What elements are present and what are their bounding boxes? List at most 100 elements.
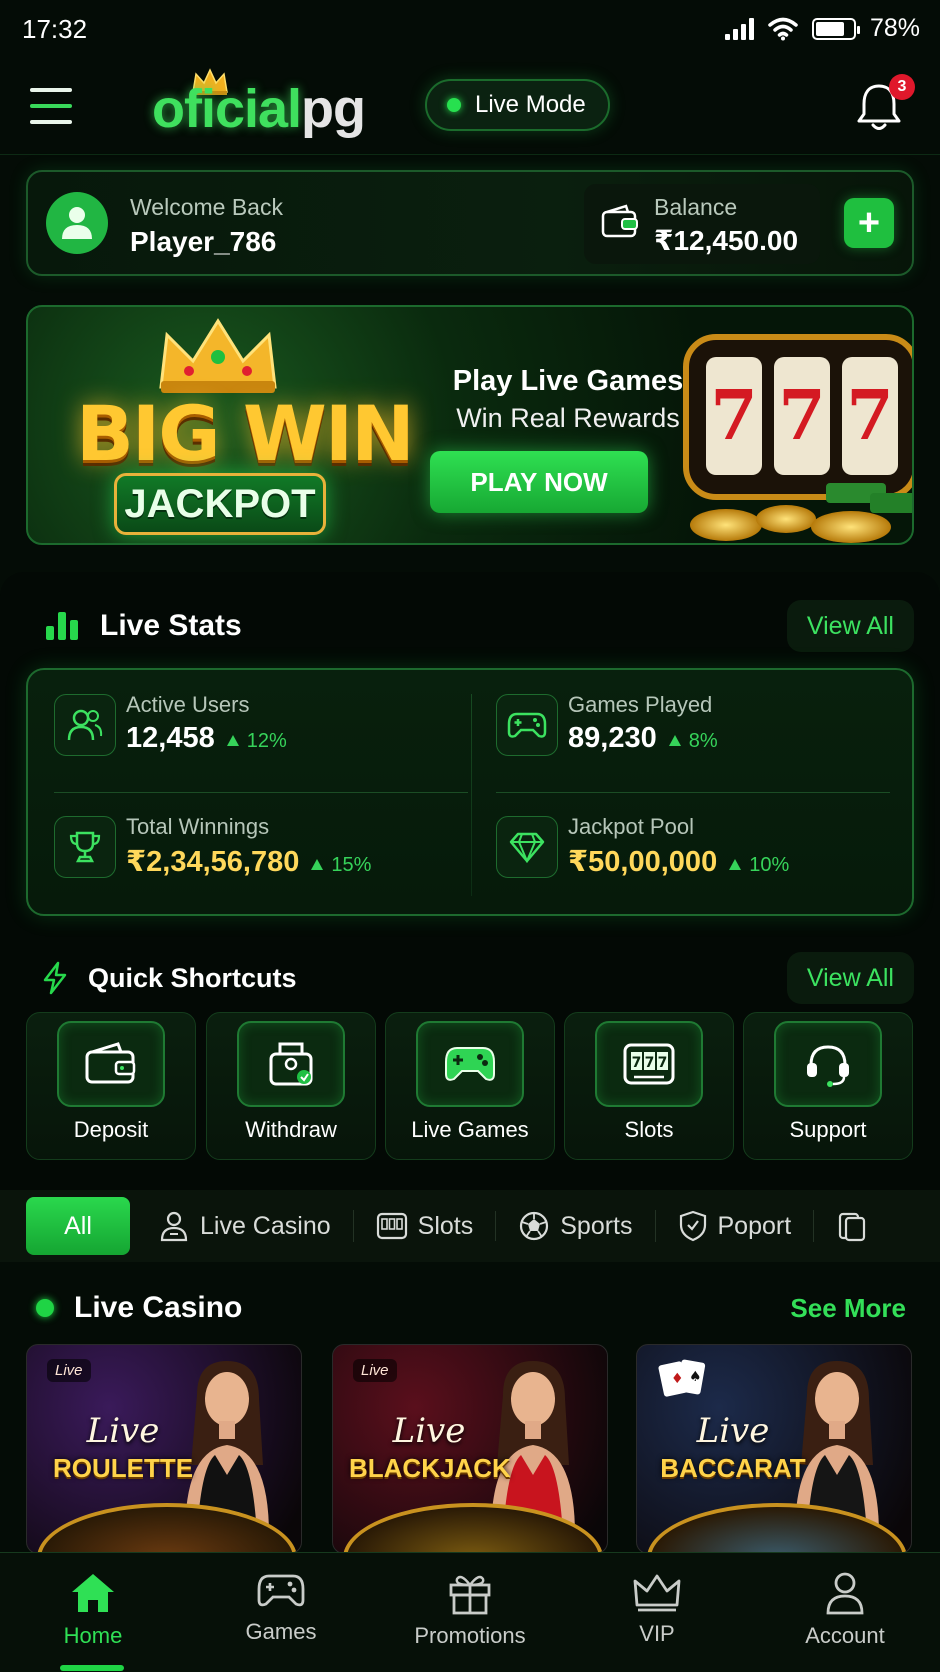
bar-chart-icon [46, 612, 78, 640]
shortcuts-view-all-button[interactable]: View All [786, 952, 914, 1004]
stat-value: 89,230 8% [568, 722, 718, 754]
stat-games-played: Games Played 89,230 8% [496, 670, 896, 770]
wifi-icon [768, 17, 798, 40]
shortcut-label: Withdraw [245, 1117, 337, 1142]
status-icons: 78% [724, 14, 920, 43]
play-now-button[interactable]: PLAY NOW [430, 451, 648, 513]
nav-label: Promotions [414, 1623, 526, 1648]
logo-right-text: pg [301, 79, 366, 139]
stat-change: 10% [729, 854, 789, 876]
nav-vip[interactable]: VIP [582, 1571, 732, 1661]
live-casino-title: Live Casino [74, 1291, 243, 1324]
playing-cards-icon: ♦ ♠ [658, 1359, 706, 1397]
diamond-icon [496, 816, 558, 878]
tab-more[interactable] [836, 1210, 888, 1242]
nav-home[interactable]: Home [18, 1571, 168, 1661]
live-badge: Live [47, 1359, 91, 1382]
status-time: 17:32 [22, 14, 88, 44]
gift-icon [449, 1575, 491, 1615]
balance-value: ₹12,450.00 [654, 225, 799, 256]
notification-badge: 3 [889, 74, 915, 100]
live-indicator-dot [447, 98, 461, 112]
reel-digit-3: 7 [846, 376, 893, 456]
game-card-roulette[interactable]: Live Live ROULETTE [26, 1344, 302, 1554]
users-icon [54, 694, 116, 756]
tab-live-casino[interactable]: Live Casino [158, 1210, 354, 1242]
gamepad-icon [416, 1021, 524, 1107]
game-card-blackjack[interactable]: Live Live BLACKJACK [332, 1344, 608, 1554]
notification-button[interactable]: 3 [855, 74, 915, 134]
shortcut-label: Slots [624, 1117, 674, 1142]
promo-banner[interactable]: BIG WIN JACKPOT Play Live Games Win Real… [26, 305, 914, 545]
menu-icon[interactable] [30, 88, 72, 124]
nav-label: Games [245, 1619, 317, 1644]
stat-change: 12% [227, 730, 287, 752]
game-title: Live ROULETTE [52, 1411, 194, 1483]
live-stats-view-all-button[interactable]: View All [786, 600, 914, 652]
welcome-card: Welcome Back Player_786 Balance ₹12,450.… [26, 170, 914, 276]
nav-games[interactable]: Games [206, 1571, 356, 1661]
see-more-link[interactable]: See More [790, 1293, 906, 1324]
shield-icon [679, 1210, 706, 1242]
game-card-baccarat[interactable]: ♦ ♠ Live BACCARAT [636, 1344, 912, 1554]
nav-account[interactable]: Account [770, 1571, 920, 1661]
shortcut-label: Support [789, 1117, 867, 1142]
shortcut-slots[interactable]: 777 Slots [564, 1012, 734, 1160]
svg-text:♦: ♦ [671, 1371, 684, 1387]
battery-percent: 78% [869, 14, 920, 42]
live-casino-header: Live Casino See More [26, 1280, 914, 1336]
shortcut-withdraw[interactable]: Withdraw [206, 1012, 376, 1160]
wallet-icon [601, 204, 638, 238]
tab-slots[interactable]: Slots [376, 1211, 497, 1241]
nav-label: Account [805, 1623, 885, 1648]
stat-jackpot-pool: Jackpot Pool ₹50,00,000 10% [496, 792, 896, 892]
stat-label: Games Played [568, 692, 713, 717]
slot-digit: 7 [632, 1055, 642, 1071]
category-tabs: All Live Casino Slots Sports Poport [0, 1190, 940, 1262]
stat-change: 15% [311, 854, 371, 876]
reel-digit-1: 7 [710, 376, 757, 456]
tab-poport[interactable]: Poport [678, 1210, 815, 1242]
stat-change: 8% [669, 730, 718, 752]
game-title: Live BLACKJACK [349, 1411, 511, 1483]
balance-box: Balance ₹12,450.00 [584, 184, 820, 264]
tab-all[interactable]: All [26, 1197, 130, 1255]
shortcut-label: Live Games [411, 1117, 529, 1142]
live-badge: Live [353, 1359, 397, 1382]
slot-digit: 7 [658, 1055, 668, 1071]
shortcuts-row: Deposit Withdraw Live Games 777 Slots Su… [26, 1012, 914, 1162]
cards-icon [839, 1212, 866, 1242]
slot-machine-art: 7 7 7 [683, 334, 912, 543]
shortcut-deposit[interactable]: Deposit [26, 1012, 196, 1160]
tab-label: Slots [417, 1211, 474, 1240]
stats-divider-vertical [471, 694, 472, 896]
live-casino-dot [36, 1299, 54, 1317]
tab-label: Poport [717, 1211, 792, 1240]
stat-value: 12,458 12% [126, 722, 287, 754]
balance-label: Balance [654, 194, 738, 220]
tab-sports[interactable]: Sports [518, 1210, 656, 1242]
withdraw-icon [237, 1021, 345, 1107]
tab-label: Sports [560, 1211, 633, 1240]
big-win-title: BIG WIN [76, 389, 415, 478]
avatar[interactable] [46, 192, 108, 254]
live-mode-toggle[interactable]: Live Mode [425, 79, 610, 131]
nav-promotions[interactable]: Promotions [395, 1571, 545, 1661]
bottom-nav: Home Games Promotions VIP Account [0, 1552, 940, 1672]
live-stats-card: Active Users 12,458 12% Games Played 89,2… [26, 668, 914, 916]
shortcut-support[interactable]: Support [743, 1012, 913, 1160]
signal-icon [724, 17, 754, 40]
stat-total-winnings: Total Winnings ₹2,34,56,780 15% [54, 792, 454, 892]
tab-label: Live Casino [200, 1211, 331, 1240]
slot-icon [376, 1212, 407, 1240]
jackpot-plate: JACKPOT [114, 473, 326, 535]
game-title: Live BACCARAT [660, 1411, 806, 1483]
add-funds-button[interactable]: + [844, 198, 894, 248]
headset-icon [774, 1021, 882, 1107]
shortcut-live-games[interactable]: Live Games [385, 1012, 555, 1160]
active-nav-indicator [60, 1665, 124, 1671]
lightning-icon [43, 961, 67, 995]
dealer-icon [160, 1211, 188, 1242]
logo-left-text: oficial [152, 79, 302, 139]
reel-digit-2: 7 [778, 376, 825, 456]
